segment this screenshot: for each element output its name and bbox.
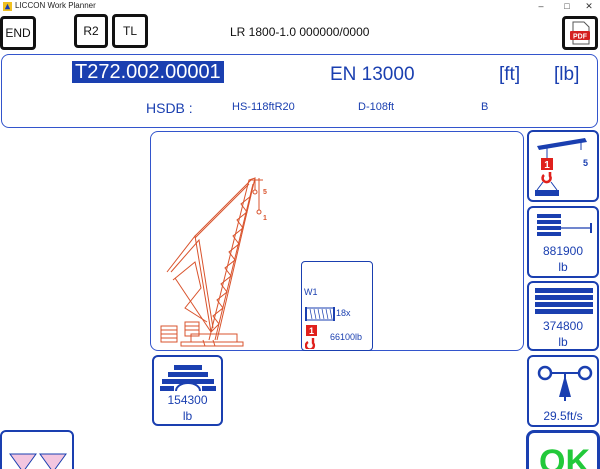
- header-panel: T272.002.00001 EN 13000 [ft] [lb] HSDB :…: [1, 54, 598, 128]
- ok-button[interactable]: OK: [526, 430, 600, 469]
- wind-speed-value: 29.5ft/s: [543, 409, 583, 423]
- rigging-hook-number: 1: [544, 160, 550, 171]
- hsdb-boom: HS-118ftR20: [232, 101, 295, 113]
- scroll-down-button[interactable]: [0, 430, 74, 469]
- central-ballast-unit: lb: [558, 335, 568, 349]
- configuration-code[interactable]: T272.002.00001: [72, 61, 224, 83]
- maximize-button[interactable]: □: [556, 0, 578, 13]
- pdf-icon-label: PDF: [573, 34, 588, 41]
- rigging-icon: 1 5: [535, 138, 588, 196]
- superstructure-counterweight-value: 881900: [542, 244, 584, 258]
- rigging-number: 5: [583, 158, 588, 168]
- hsdb-label: HSDB :: [146, 100, 193, 116]
- app-icon: [3, 2, 12, 11]
- superstructure-counterweight-unit: lb: [558, 260, 568, 274]
- central-ballast-button[interactable]: 374800 lb: [527, 281, 599, 351]
- weight-unit[interactable]: [lb]: [554, 64, 579, 86]
- end-button[interactable]: END: [0, 16, 36, 50]
- winch-drum-icon: [305, 307, 335, 321]
- pdf-export-button[interactable]: PDF: [562, 16, 598, 50]
- anemometer-icon: [537, 365, 593, 401]
- winch-reeving: 18x: [336, 308, 351, 318]
- tl-button-label: TL: [122, 24, 137, 38]
- double-chevron-down-icon: [9, 453, 67, 469]
- hook-icon: 1: [305, 325, 317, 349]
- tl-button[interactable]: TL: [112, 14, 148, 48]
- length-unit[interactable]: [ft]: [499, 64, 520, 86]
- winch-label: W1: [304, 287, 318, 297]
- counterweight-icon: [537, 214, 592, 236]
- ok-button-label: OK: [539, 443, 590, 469]
- pdf-icon: PDF: [570, 21, 590, 45]
- wind-speed-button[interactable]: 29.5ft/s: [527, 355, 599, 427]
- derrick-ballast-unit: lb: [182, 409, 193, 423]
- minimize-button[interactable]: –: [530, 0, 552, 13]
- r2-button[interactable]: R2: [74, 14, 108, 48]
- hsdb-derrick: D-108ft: [358, 101, 395, 113]
- hook-number: 1: [309, 326, 314, 336]
- derrick-ballast-icon: [160, 365, 216, 392]
- hsdb-code: B: [481, 101, 489, 113]
- crane-drawing-panel: 5 1 W1 18x 1 66100lb: [150, 131, 524, 351]
- central-ballast-value: 374800: [542, 319, 584, 333]
- window-titlebar: LICCON Work Planner – □ ✕: [0, 0, 600, 14]
- standard-label: EN 13000: [330, 64, 415, 85]
- rigging-button[interactable]: 1 5: [527, 130, 599, 202]
- derrick-ballast-value: 154300: [167, 393, 208, 407]
- end-button-label: END: [5, 26, 31, 40]
- winch-box[interactable]: W1 18x 1 66100lb: [301, 261, 373, 351]
- superstructure-counterweight-button[interactable]: 881900 lb: [527, 206, 599, 278]
- hook-tag-5: 5: [263, 189, 267, 196]
- model-info: LR 1800-1.0 000000/0000: [230, 25, 370, 39]
- derrick-ballast-button[interactable]: 154300 lb: [152, 355, 223, 426]
- hook-tag-1: 1: [263, 215, 267, 222]
- close-button[interactable]: ✕: [578, 0, 600, 13]
- window-title: LICCON Work Planner: [15, 1, 96, 10]
- central-ballast-icon: [535, 288, 593, 314]
- r2-button-label: R2: [83, 24, 99, 38]
- winch-load: 66100lb: [330, 332, 363, 342]
